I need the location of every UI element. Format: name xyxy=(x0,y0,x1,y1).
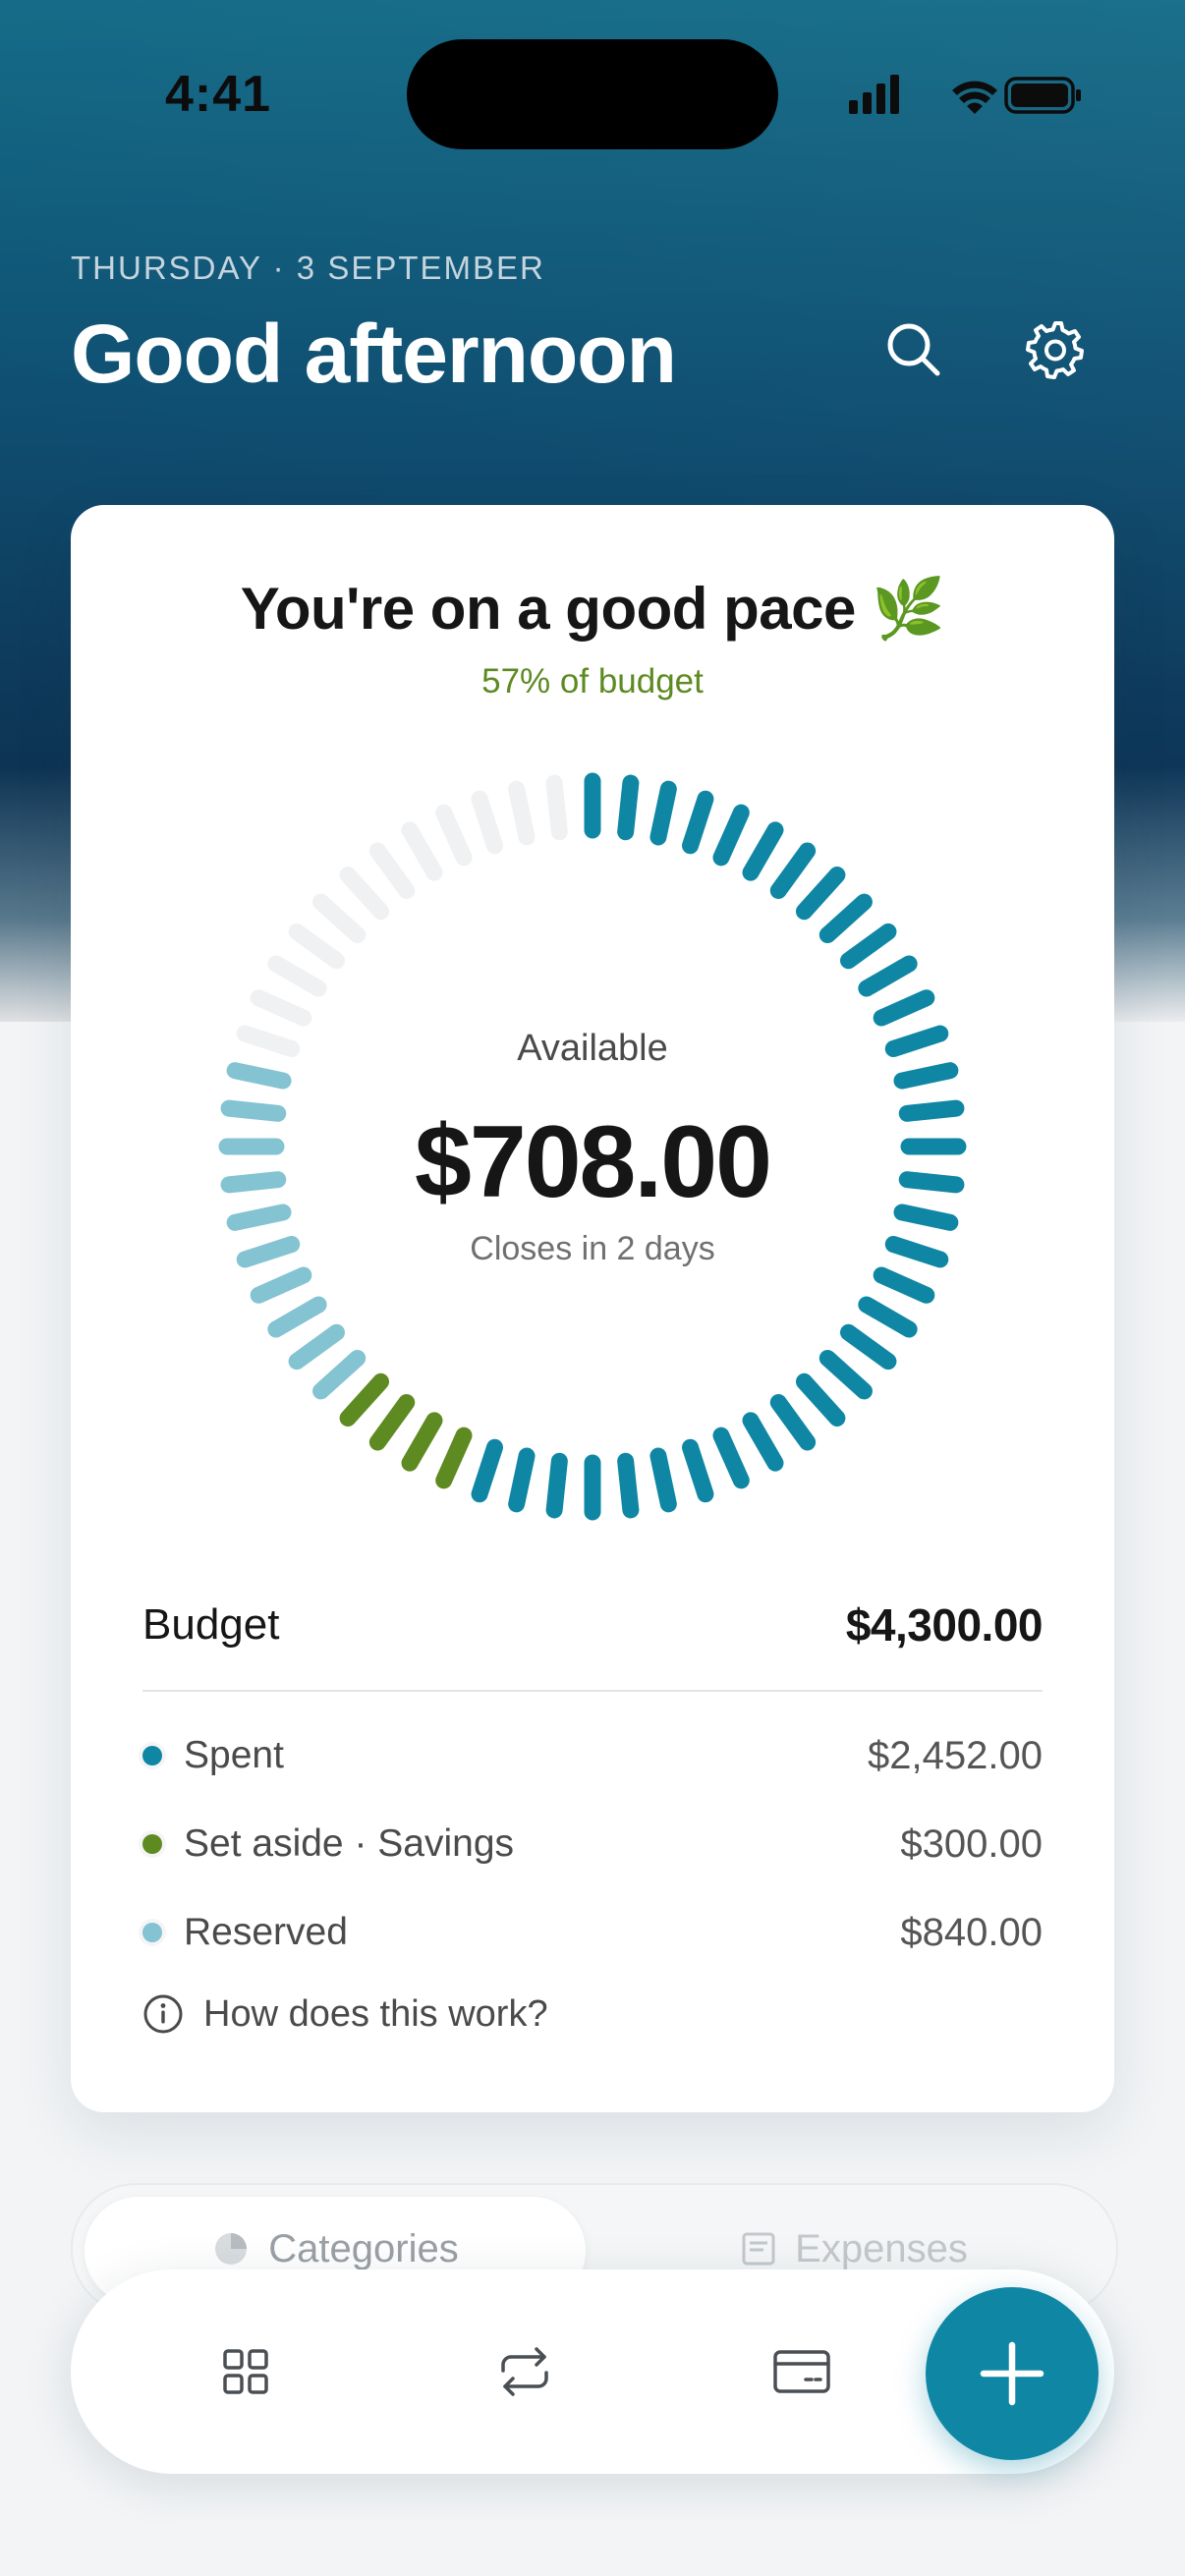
legend-value: $300.00 xyxy=(900,1821,1043,1866)
nav-cards[interactable] xyxy=(761,2330,843,2413)
legend-row-savings: Set aside · Savings $300.00 xyxy=(142,1817,1043,1872)
ring-tick-empty xyxy=(339,867,390,921)
help-link[interactable]: How does this work? xyxy=(142,1987,548,2042)
ring-tick-spent xyxy=(508,1447,536,1513)
legend-row-reserved: Reserved $840.00 xyxy=(142,1905,1043,1960)
ring-tick-spent xyxy=(893,1062,959,1090)
ring-tick-spent xyxy=(617,1452,640,1519)
ring-tick-spent xyxy=(858,955,918,997)
ring-tick-spent xyxy=(769,842,817,899)
ring-tick-spent xyxy=(873,1266,935,1304)
available-label: Available xyxy=(517,1028,668,1069)
ring-tick-spent xyxy=(712,1427,750,1489)
ring-tick-spent xyxy=(742,821,784,881)
ring-tick-spent xyxy=(649,1447,677,1513)
settings-button[interactable] xyxy=(1014,308,1097,391)
ring-tick-empty xyxy=(401,821,443,881)
tab-label: Categories xyxy=(268,2226,459,2270)
battery-icon xyxy=(1004,77,1081,114)
ring-tick-savings xyxy=(339,1372,390,1427)
info-icon xyxy=(143,1994,183,2034)
help-text: How does this work? xyxy=(203,1992,548,2035)
budget-percent: 57% of budget xyxy=(481,662,704,700)
ring-tick-spent xyxy=(818,893,873,944)
ring-tick-spent xyxy=(712,804,750,867)
ring-tick-savings xyxy=(368,1394,416,1451)
ring-tick-empty xyxy=(435,804,473,867)
reserved-dot xyxy=(142,1923,162,1942)
ring-tick-empty xyxy=(250,989,312,1027)
ring-tick-spent xyxy=(545,1452,568,1519)
budget-card: You're on a good pace 🌿 57% of budget Av… xyxy=(71,505,1114,2112)
add-expense-button[interactable] xyxy=(926,2287,1099,2460)
ring-tick-spent xyxy=(649,780,677,846)
ring-tick-spent xyxy=(858,1296,918,1338)
date-label: THURSDAY · 3 SEPTEMBER xyxy=(71,250,545,286)
legend-row-spent: Spent $2,452.00 xyxy=(142,1728,1043,1783)
ring-tick-spent xyxy=(742,1412,784,1472)
nav-dashboard[interactable] xyxy=(204,2330,287,2413)
gear-icon xyxy=(1026,321,1084,379)
wifi-icon xyxy=(952,81,997,114)
legend-value: $840.00 xyxy=(900,1910,1043,1954)
budget-row: Budget $4,300.00 xyxy=(142,1596,1044,1654)
ring-tick-savings xyxy=(435,1427,473,1489)
ring-tick-reserved xyxy=(226,1062,292,1090)
search-icon xyxy=(887,323,940,376)
dynamic-island xyxy=(407,39,778,149)
ring-tick-empty xyxy=(368,842,416,899)
closing-note: Closes in 2 days xyxy=(470,1230,715,1267)
legend-value: $2,452.00 xyxy=(868,1733,1043,1777)
ring-tick-spent xyxy=(840,923,897,970)
grid-icon xyxy=(223,2349,268,2394)
signal-icon xyxy=(849,75,899,114)
tab-label: Expenses xyxy=(795,2226,968,2270)
available-amount: $708.00 xyxy=(415,1105,772,1219)
pace-title: You're on a good pace 🌿 xyxy=(240,576,945,642)
budget-value: $4,300.00 xyxy=(845,1599,1044,1651)
status-time: 4:41 xyxy=(165,66,272,123)
ring-tick-spent xyxy=(840,1323,897,1371)
ring-tick-spent xyxy=(795,867,846,921)
card-icon xyxy=(773,2350,830,2393)
plus-icon xyxy=(980,2341,1044,2406)
ring-tick-spent xyxy=(682,790,714,855)
ring-tick-empty xyxy=(471,790,503,855)
ring-tick-spent xyxy=(769,1394,817,1451)
ring-tick-empty xyxy=(312,893,367,944)
legend-label: Reserved xyxy=(184,1911,348,1953)
status-icons xyxy=(847,71,1083,118)
legend-label: Set aside · Savings xyxy=(184,1822,515,1865)
ring-tick-spent xyxy=(818,1349,873,1400)
search-button[interactable] xyxy=(873,308,955,391)
ring-tick-empty xyxy=(508,780,536,846)
ring-tick-spent xyxy=(471,1438,503,1503)
ring-tick-savings xyxy=(401,1412,443,1472)
divider xyxy=(142,1690,1043,1692)
receipt-icon xyxy=(742,2232,775,2266)
greeting-title: Good afternoon xyxy=(71,308,677,400)
ring-tick-spent xyxy=(617,774,640,841)
ring-tick-spent xyxy=(873,989,935,1027)
nav-recurring[interactable] xyxy=(483,2330,566,2413)
legend-label: Spent xyxy=(184,1734,284,1776)
ring-tick-spent xyxy=(682,1438,714,1503)
pie-chart-icon xyxy=(215,2233,248,2265)
ring-tick-reserved xyxy=(250,1266,312,1304)
ring-tick-reserved xyxy=(267,1296,327,1338)
ring-tick-empty xyxy=(267,955,327,997)
ring-tick-empty xyxy=(545,774,568,841)
repeat-icon xyxy=(501,2347,548,2396)
spent-dot xyxy=(142,1746,162,1765)
ring-tick-empty xyxy=(288,923,345,970)
savings-dot xyxy=(142,1834,162,1854)
ring-tick-reserved xyxy=(312,1349,367,1400)
budget-label: Budget xyxy=(142,1600,280,1649)
ring-tick-spent xyxy=(795,1372,846,1427)
ring-tick-reserved xyxy=(288,1323,345,1371)
